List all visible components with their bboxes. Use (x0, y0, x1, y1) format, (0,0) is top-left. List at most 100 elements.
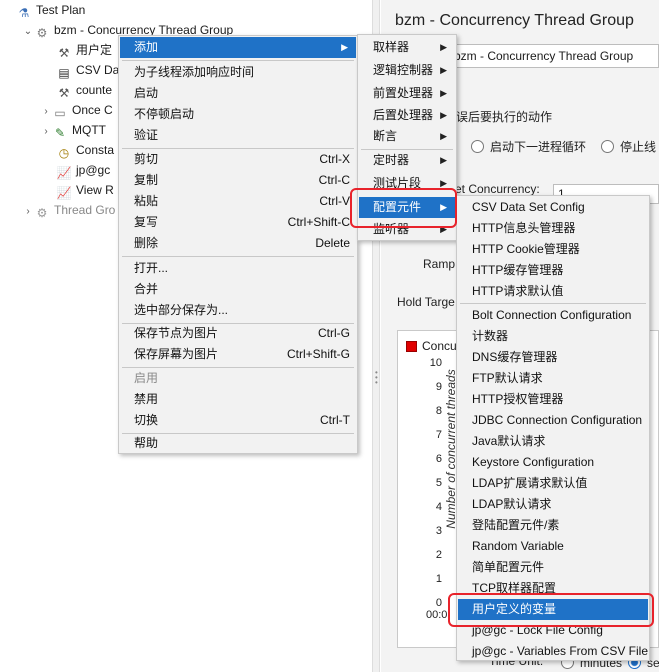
tree-node-test-plan[interactable]: ⚗ Test Plan (4, 0, 86, 20)
tree-node-thread-group-2[interactable]: › ⚙ Thread Gro (22, 200, 115, 220)
menu-item-add-response-time[interactable]: 为子线程添加响应时间 (120, 62, 356, 83)
menu-item-start[interactable]: 启动 (120, 83, 356, 104)
context-menu: 添加 ▶ 为子线程添加响应时间 启动 不停顿启动 验证 剪切 Ctrl-X 复制 Ct… (118, 35, 358, 454)
menu-item-login-config[interactable]: 登陆配置元件/素 (458, 515, 648, 536)
y-tick: 2 (435, 549, 442, 561)
menu-item-enable: 启用 (134, 371, 159, 385)
ramp-label: Ramp (423, 257, 456, 271)
tree-node-counter[interactable]: ⚒ counte (56, 80, 112, 100)
menu-item-variables-from-csv[interactable]: jp@gc - Variables From CSV File (458, 641, 648, 662)
menu-item-dns-cache-manager[interactable]: DNS缓存管理器 (458, 347, 648, 368)
tree-node-csv[interactable]: ▤ CSV Da (56, 60, 119, 80)
menu-item-merge[interactable]: 合并 (120, 279, 356, 300)
tree-node-user-vars[interactable]: ⚒ 用户定 (56, 40, 112, 60)
menu-item-jdbc-connection[interactable]: JDBC Connection Configuration (458, 410, 648, 431)
menu-item-logic-controller[interactable]: 逻辑控制器 ▶ (359, 60, 455, 81)
y-tick: 3 (435, 525, 442, 537)
y-tick: 6 (435, 453, 442, 465)
tree-node-once-controller[interactable]: › ▭ Once C (40, 100, 112, 122)
tree-node-constant-timer[interactable]: ◷ Consta (56, 140, 114, 160)
y-tick: 8 (435, 405, 442, 417)
menu-item-add[interactable]: 添加 ▶ (120, 37, 356, 58)
menu-item-paste[interactable]: 粘贴 Ctrl-V (120, 191, 356, 212)
radio-icon (601, 140, 614, 153)
menu-item-save-screen-image[interactable]: 保存屏幕为图片 Ctrl+Shift-G (120, 344, 356, 365)
menu-item-sampler[interactable]: 取样器 ▶ (359, 37, 455, 58)
tree-node-jpgc[interactable]: 📈 jp@gc (56, 160, 111, 180)
hold-label: Hold Targe (397, 295, 455, 309)
menu-item-duplicate[interactable]: 复写 Ctrl+Shift-C (120, 212, 356, 233)
chevron-right-icon: ▶ (440, 202, 447, 212)
tools-icon: ⚒ (58, 46, 70, 60)
radio-stop-thread[interactable]: 停止线 (601, 138, 656, 155)
menu-item-listener[interactable]: 监听器 ▶ (359, 219, 455, 240)
pipette-icon: ✎ (54, 126, 66, 140)
menu-item-lock-file-config[interactable]: jp@gc - Lock File Config (458, 620, 648, 641)
error-action-label: 误后要执行的动作 (456, 110, 553, 124)
menu-item-delete[interactable]: 删除 Delete (120, 233, 356, 254)
menu-item-http-header-manager[interactable]: HTTP信息头管理器 (458, 218, 648, 239)
menu-item-save-node-image[interactable]: 保存节点为图片 Ctrl-G (120, 323, 356, 344)
timer-icon: ◷ (58, 146, 70, 160)
y-tick: 1 (435, 573, 442, 585)
chevron-right-icon: ▶ (440, 131, 447, 141)
menu-item-pre-processor[interactable]: 前置处理器 ▶ (359, 83, 455, 104)
menu-item-simple-config[interactable]: 简单配置元件 (458, 557, 648, 578)
menu-item-validate[interactable]: 验证 (120, 125, 356, 146)
menu-item-java-defaults[interactable]: Java默认请求 (458, 431, 648, 452)
menu-item-help[interactable]: 帮助 (120, 433, 356, 454)
menu-item-tcp-sampler-config[interactable]: TCP取样器配置 (458, 578, 648, 599)
chevron-right-icon[interactable]: › (40, 122, 52, 142)
menu-item-bolt-connection[interactable]: Bolt Connection Configuration (458, 305, 648, 326)
chevron-down-icon[interactable]: ⌄ (22, 22, 34, 42)
name-field[interactable]: bzm - Concurrency Thread Group (441, 44, 659, 68)
menu-item-post-processor[interactable]: 后置处理器 ▶ (359, 105, 455, 126)
menu-item-keystore-config[interactable]: Keystore Configuration (458, 452, 648, 473)
menu-item-user-defined-variables[interactable]: 用户定义的变量 (458, 599, 648, 620)
menu-item-timer[interactable]: 定时器 ▶ (359, 150, 455, 171)
menu-item-test-fragment[interactable]: 测试片段 ▶ (359, 173, 455, 194)
menu-item-assertion[interactable]: 断言 ▶ (359, 126, 455, 147)
menu-item-disable[interactable]: 禁用 (120, 389, 356, 410)
chevron-right-icon[interactable]: › (22, 202, 34, 222)
menu-item-http-request-defaults[interactable]: HTTP请求默认值 (458, 281, 648, 302)
menu-item-csv-data-set[interactable]: CSV Data Set Config (458, 197, 648, 218)
menu-item-http-cookie-manager[interactable]: HTTP Cookie管理器 (458, 239, 648, 260)
menu-separator (122, 60, 354, 61)
legend-swatch (406, 341, 417, 352)
y-tick: 9 (435, 381, 442, 393)
config-element-submenu: CSV Data Set Config HTTP信息头管理器 HTTP Cook… (456, 195, 650, 661)
tools-icon: ⚒ (58, 86, 70, 100)
csv-icon: ▤ (58, 66, 70, 80)
menu-item-ldap-extended-defaults[interactable]: LDAP扩展请求默认值 (458, 473, 648, 494)
gear-icon: ⚙ (36, 206, 48, 220)
tree-node-view-results[interactable]: 📈 View R (56, 180, 114, 200)
menu-item-save-selection[interactable]: 选中部分保存为... (120, 300, 356, 321)
y-tick: 5 (435, 477, 442, 489)
tree-node-mqtt[interactable]: › ✎ MQTT (40, 120, 106, 140)
menu-item-ftp-defaults[interactable]: FTP默认请求 (458, 368, 648, 389)
chevron-right-icon: ▶ (440, 42, 447, 52)
menu-item-start-no-pause[interactable]: 不停顿启动 (120, 104, 356, 125)
chevron-right-icon: ▶ (440, 155, 447, 165)
radio-next-loop[interactable]: 启动下一进程循环 (471, 138, 586, 155)
menu-item-random-variable[interactable]: Random Variable (458, 536, 648, 557)
menu-item-counter[interactable]: 计数器 (458, 326, 648, 347)
y-tick: 10 (429, 357, 442, 369)
menu-item-http-auth-manager[interactable]: HTTP授权管理器 (458, 389, 648, 410)
menu-item-open[interactable]: 打开... (120, 258, 356, 279)
menu-item-toggle[interactable]: 切换 Ctrl-T (120, 410, 356, 431)
chevron-right-icon: ▶ (341, 42, 348, 52)
menu-item-copy[interactable]: 复制 Ctrl-C (120, 170, 356, 191)
graph-icon: 📈 (56, 186, 72, 200)
y-tick: 4 (435, 501, 442, 513)
menu-separator (122, 256, 354, 257)
chevron-right-icon: ▶ (440, 65, 447, 75)
menu-item-config-element[interactable]: 配置元件 ▶ (359, 197, 455, 218)
menu-item-cut[interactable]: 剪切 Ctrl-X (120, 149, 356, 170)
menu-item-ldap-defaults[interactable]: LDAP默认请求 (458, 494, 648, 515)
add-submenu: 取样器 ▶ 逻辑控制器 ▶ 前置处理器 ▶ 后置处理器 ▶ 断言 ▶ 定时器 ▶ 测试片段 ▶… (357, 34, 457, 241)
drag-handle-icon: • • • (375, 368, 378, 387)
chevron-right-icon[interactable]: › (40, 102, 52, 122)
menu-item-http-cache-manager[interactable]: HTTP缓存管理器 (458, 260, 648, 281)
